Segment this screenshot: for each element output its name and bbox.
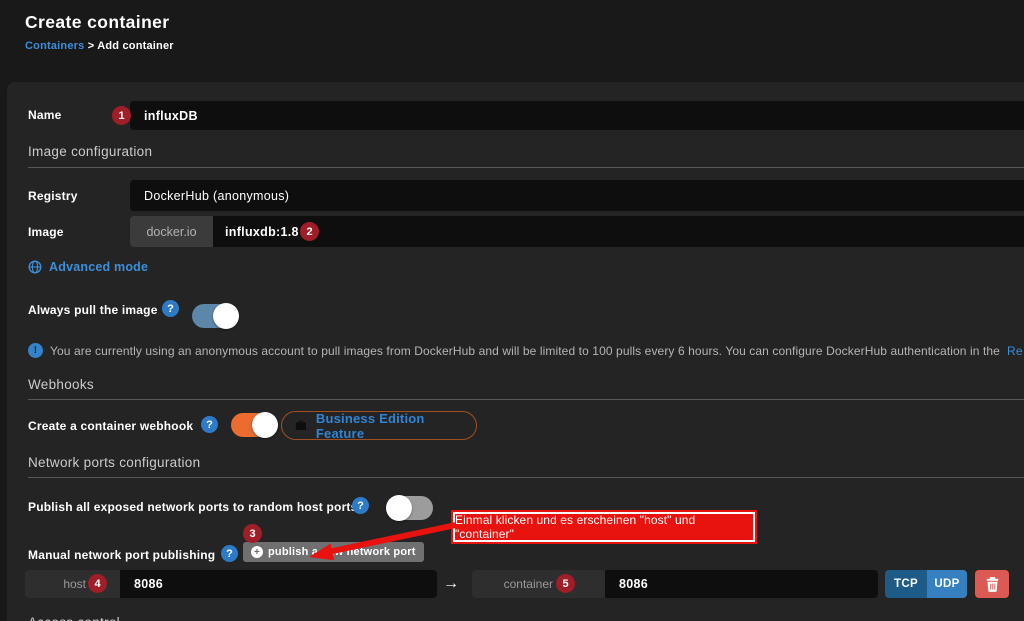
globe-icon (28, 260, 42, 274)
create-webhook-toggle[interactable] (231, 413, 277, 437)
info-icon: ! (28, 343, 43, 358)
divider (28, 167, 1024, 168)
annotation-badge-4: 4 (88, 574, 107, 593)
manual-port-publishing-label: Manual network port publishing (28, 548, 215, 562)
registry-selected-value: DockerHub (anonymous) (144, 189, 289, 203)
host-port-input[interactable] (120, 570, 437, 598)
breadcrumb-link-containers[interactable]: Containers (25, 40, 84, 52)
section-heading-network-ports: Network ports configuration (28, 455, 200, 470)
image-label: Image (28, 225, 64, 239)
registry-select[interactable]: DockerHub (anonymous) (130, 180, 1024, 211)
divider (28, 477, 1024, 478)
plus-circle-icon: + (251, 546, 263, 558)
image-input[interactable]: influxdb:1.8 (213, 216, 1024, 247)
annotation-callout: Einmal klicken und es erscheinen "host" … (453, 512, 755, 542)
toggle-knob (213, 303, 239, 329)
container-port-input[interactable] (605, 570, 878, 598)
help-icon[interactable]: ? (352, 497, 369, 514)
always-pull-label: Always pull the image (28, 303, 158, 317)
name-input[interactable] (130, 101, 1024, 130)
briefcase-icon (295, 419, 307, 432)
registry-label: Registry (28, 189, 78, 203)
registries-link[interactable]: Regist (1007, 344, 1022, 358)
create-webhook-label: Create a container webhook (28, 419, 193, 433)
annotation-badge-2: 2 (300, 222, 319, 241)
container-port-addon: container (472, 570, 605, 598)
remove-port-button[interactable] (975, 570, 1009, 598)
publish-all-toggle[interactable] (387, 496, 433, 520)
advanced-mode-link[interactable]: Advanced mode (28, 260, 148, 274)
help-icon[interactable]: ? (201, 416, 218, 433)
divider (28, 399, 1024, 400)
help-icon[interactable]: ? (162, 300, 179, 317)
section-heading-access-control: Access control (28, 615, 120, 621)
udp-protocol-button[interactable]: UDP (927, 570, 967, 598)
breadcrumb-current: Add container (97, 40, 174, 52)
publish-new-network-port-button[interactable]: + publish a new network port (243, 542, 424, 562)
publish-all-label: Publish all exposed network ports to ran… (28, 500, 358, 514)
notice-text: You are currently using an anonymous acc… (50, 344, 1000, 358)
breadcrumb-separator: > (88, 40, 95, 52)
dockerhub-pull-notice: ! You are currently using an anonymous a… (28, 343, 1022, 358)
page-title: Create container (25, 12, 170, 33)
name-label: Name (28, 108, 61, 122)
annotation-badge-3: 3 (243, 524, 262, 543)
business-edition-feature-badge[interactable]: Business Edition Feature (281, 411, 477, 440)
port-mapping-arrow-icon: → (443, 575, 459, 593)
image-registry-prefix-addon: docker.io (130, 216, 213, 247)
create-container-page: Create container Containers > Add contai… (0, 0, 1024, 621)
breadcrumb: Containers > Add container (25, 40, 174, 52)
tcp-protocol-button[interactable]: TCP (885, 570, 927, 598)
business-edition-feature-label: Business Edition Feature (316, 411, 463, 441)
section-heading-image-configuration: Image configuration (28, 144, 152, 159)
image-input-group: docker.io influxdb:1.8 (130, 216, 1024, 247)
always-pull-toggle[interactable] (192, 304, 238, 328)
publish-port-button-label: publish a new network port (268, 546, 416, 558)
toggle-knob (252, 412, 278, 438)
toggle-knob (386, 495, 412, 521)
advanced-mode-label: Advanced mode (49, 260, 148, 274)
annotation-badge-5: 5 (556, 574, 575, 593)
help-icon[interactable]: ? (221, 545, 238, 562)
section-heading-webhooks: Webhooks (28, 377, 94, 392)
image-value: influxdb:1.8 (225, 225, 299, 239)
trash-icon (986, 577, 999, 592)
annotation-badge-1: 1 (112, 106, 131, 125)
